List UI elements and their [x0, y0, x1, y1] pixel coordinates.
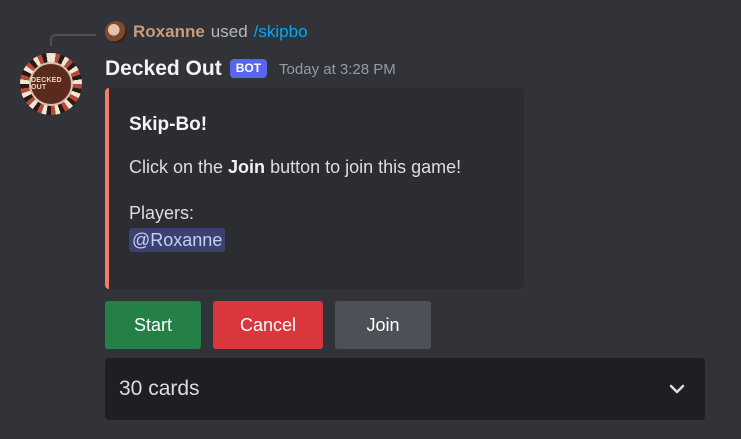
start-button[interactable]: Start: [105, 301, 201, 349]
join-button[interactable]: Join: [335, 301, 431, 349]
select-value: 30 cards: [119, 377, 200, 400]
embed-description: Click on the Join button to join this ga…: [129, 155, 504, 252]
bot-avatar-logo: DECKED OUT: [29, 62, 73, 106]
instructions-prefix: Click on the: [129, 157, 229, 177]
reference-verb: used: [210, 22, 248, 41]
roxanne-avatar[interactable]: [105, 21, 127, 43]
instructions-suffix: button to join this game!: [265, 157, 462, 177]
bot-avatar-text: DECKED OUT: [31, 77, 62, 91]
embed-title: Skip-Bo!: [129, 114, 208, 135]
instructions-bold: Join: [228, 157, 266, 177]
timestamp[interactable]: Today at 3:28 PM: [279, 61, 396, 78]
author-name[interactable]: Decked Out: [105, 57, 222, 81]
cancel-button[interactable]: Cancel: [213, 301, 323, 349]
game-embed: Skip-Bo! Click on the Join button to joi…: [105, 88, 524, 289]
chevron-down-icon: [669, 384, 685, 394]
reply-spine: [50, 34, 96, 46]
player-mention[interactable]: @Roxanne: [129, 228, 226, 252]
card-count-select[interactable]: 30 cards: [105, 358, 705, 420]
bot-avatar[interactable]: DECKED OUT: [20, 53, 82, 115]
join-instructions: Click on the Join button to join this ga…: [129, 155, 504, 179]
bot-tag: BOT: [229, 58, 268, 78]
players-label: Players:: [129, 203, 195, 223]
reference-command[interactable]: /skipbo: [254, 22, 308, 42]
reference-username[interactable]: Roxanne: [133, 22, 205, 42]
command-reference[interactable]: Roxanne used /skipbo: [105, 20, 308, 44]
message-header: Decked Out BOT Today at 3:28 PM: [105, 54, 396, 84]
